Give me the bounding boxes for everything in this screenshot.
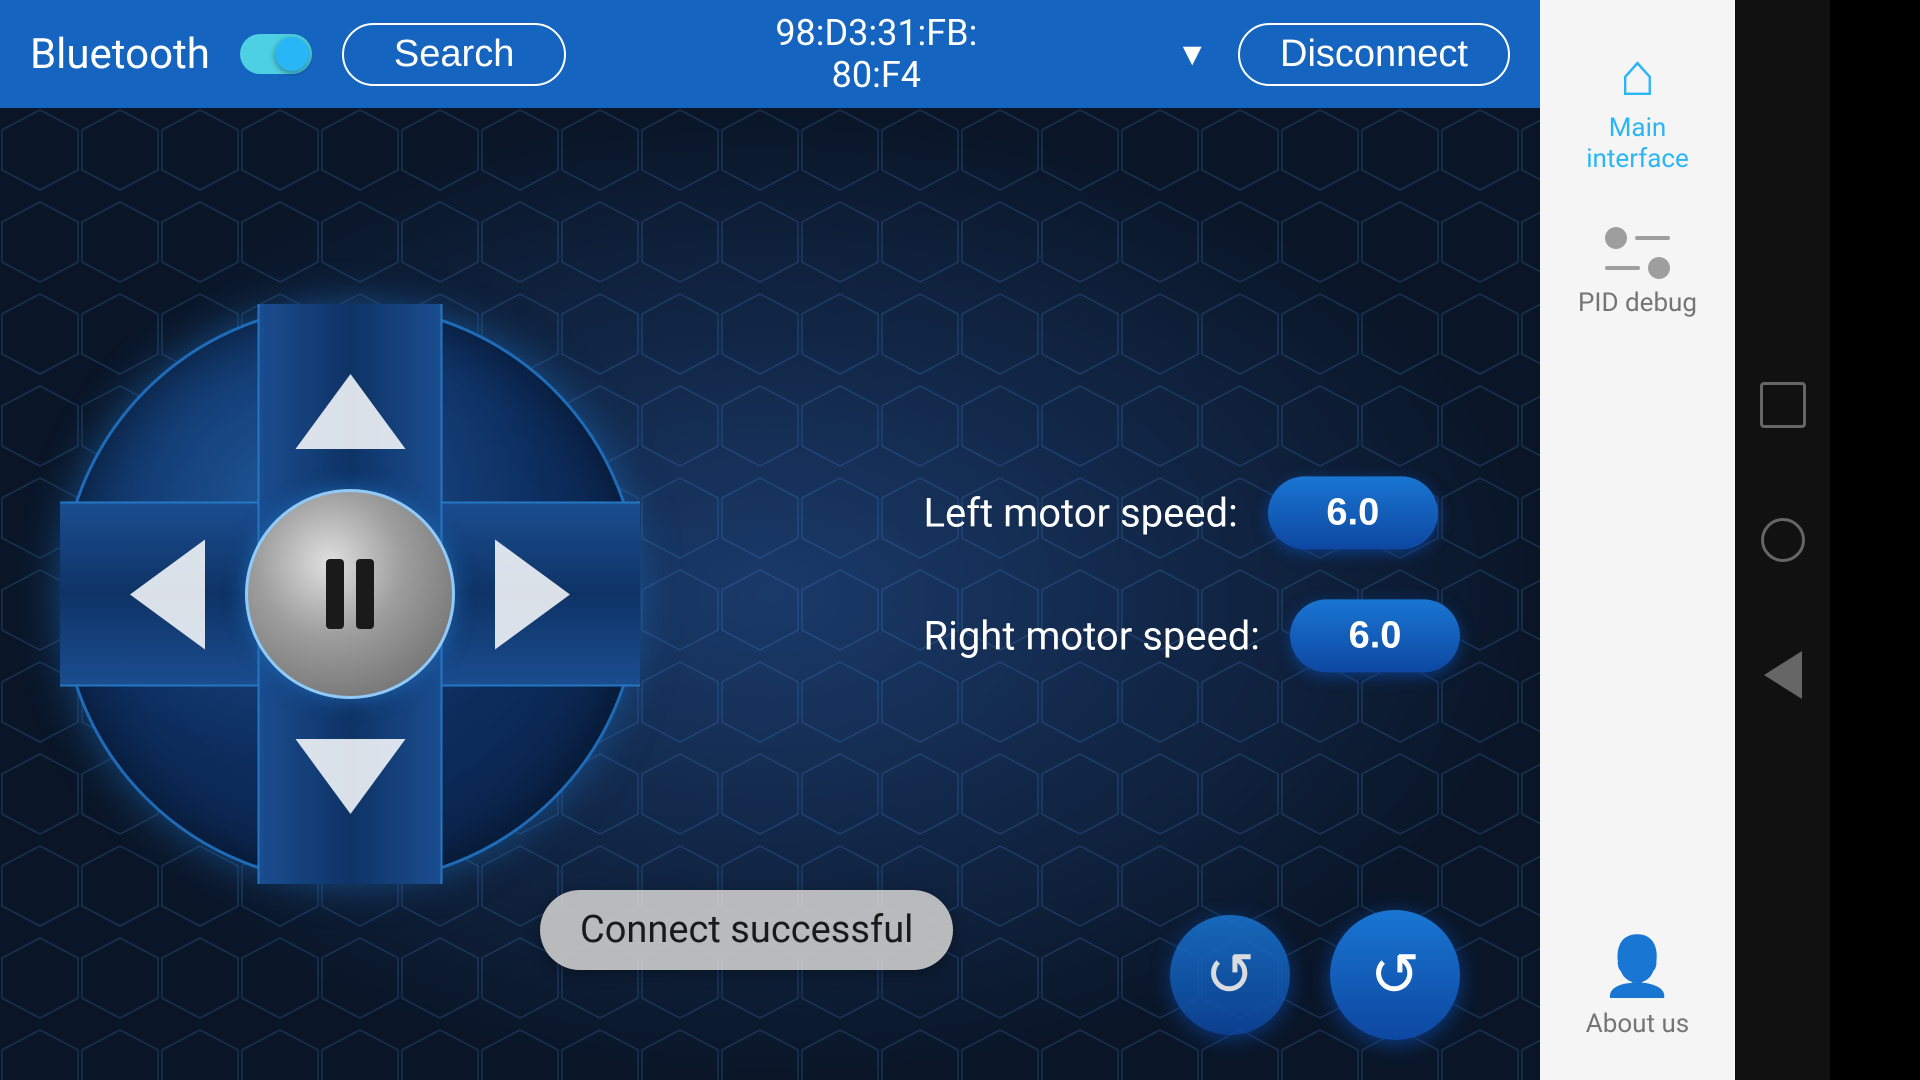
left-motor-label: Left motor speed:	[923, 489, 1237, 536]
person-icon: 👤	[1601, 933, 1673, 1001]
pid-row-1	[1605, 227, 1670, 249]
about-us-label: About us	[1586, 1009, 1689, 1040]
nav-back-button[interactable]	[1755, 648, 1810, 703]
pid-row-2	[1605, 257, 1670, 279]
pause-bar-left	[326, 559, 344, 629]
dpad-right-button[interactable]	[445, 502, 620, 687]
nav-circle-button[interactable]	[1755, 513, 1810, 568]
search-button[interactable]: Search	[342, 23, 566, 86]
nav-square-button[interactable]	[1755, 378, 1810, 433]
home-icon: ⌂	[1619, 45, 1655, 105]
pause-icon	[326, 559, 374, 629]
sidebar-item-pid-debug[interactable]: PID debug	[1540, 200, 1735, 344]
left-motor-value[interactable]: 6.0	[1268, 476, 1438, 549]
chevron-down-icon[interactable]: ▼	[1176, 35, 1208, 73]
up-arrow-icon	[295, 374, 405, 449]
left-arrow-icon	[130, 539, 205, 649]
reset-button[interactable]: ↺	[1330, 910, 1460, 1040]
pid-circle-1	[1605, 227, 1627, 249]
sidebar-item-about-us[interactable]: 👤 About us	[1540, 908, 1735, 1080]
sidebar-item-main-interface[interactable]: ⌂ Maininterface	[1540, 20, 1735, 200]
nav-circle-icon	[1761, 518, 1805, 562]
pid-line-1	[1635, 236, 1670, 240]
bluetooth-toggle[interactable]	[240, 34, 312, 74]
sidebar: ⌂ Maininterface PID debug 👤 About us	[1540, 0, 1735, 1080]
dpad-left-button[interactable]	[80, 502, 255, 687]
dpad-pause-button[interactable]	[245, 489, 455, 699]
pid-circle-2	[1648, 257, 1670, 279]
disconnect-button[interactable]: Disconnect	[1238, 23, 1510, 86]
bottom-buttons: ↺ ↺	[1170, 910, 1460, 1040]
right-motor-value[interactable]: 6.0	[1290, 599, 1460, 672]
left-motor-row: Left motor speed: 6.0	[923, 476, 1460, 549]
bluetooth-label: Bluetooth	[30, 30, 210, 79]
main-interface-label: Maininterface	[1586, 113, 1689, 175]
main-content: Left motor speed: 6.0 Right motor speed:…	[0, 108, 1540, 1080]
top-bar: Bluetooth Search 98:D3:31:FB:80:F4 ▼ Dis…	[0, 0, 1540, 108]
pid-debug-label: PID debug	[1578, 288, 1697, 319]
dpad-down-button[interactable]	[258, 689, 443, 864]
app-area: Bluetooth Search 98:D3:31:FB:80:F4 ▼ Dis…	[0, 0, 1540, 1080]
right-arrow-icon	[495, 539, 570, 649]
nav-bar	[1735, 0, 1830, 1080]
dpad-up-button[interactable]	[258, 324, 443, 499]
down-arrow-icon	[295, 739, 405, 814]
nav-square-icon	[1760, 382, 1806, 428]
right-motor-label: Right motor speed:	[923, 612, 1260, 659]
nav-back-icon	[1764, 651, 1802, 699]
toast-notification: Connect successful	[540, 890, 953, 970]
dpad-controller	[60, 304, 640, 884]
pid-debug-icon	[1605, 225, 1670, 280]
device-address: 98:D3:31:FB:80:F4	[596, 12, 1156, 96]
reset-button-small[interactable]: ↺	[1170, 915, 1290, 1035]
pid-line-2	[1605, 266, 1640, 270]
refresh-icon: ↺	[1370, 940, 1420, 1010]
pause-bar-right	[356, 559, 374, 629]
refresh-icon-small: ↺	[1205, 940, 1255, 1010]
motor-speed-panel: Left motor speed: 6.0 Right motor speed:…	[923, 476, 1460, 672]
right-motor-row: Right motor speed: 6.0	[923, 599, 1460, 672]
